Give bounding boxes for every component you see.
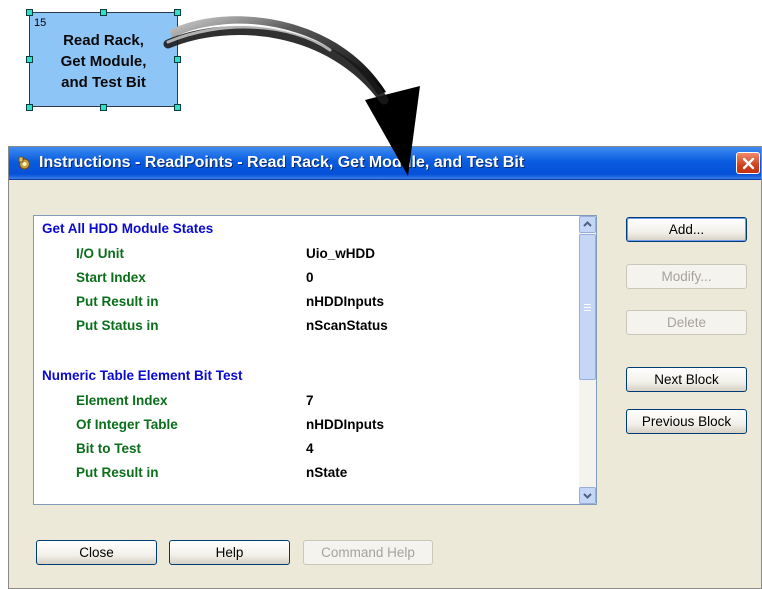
annotation-arrow: [163, 16, 420, 176]
